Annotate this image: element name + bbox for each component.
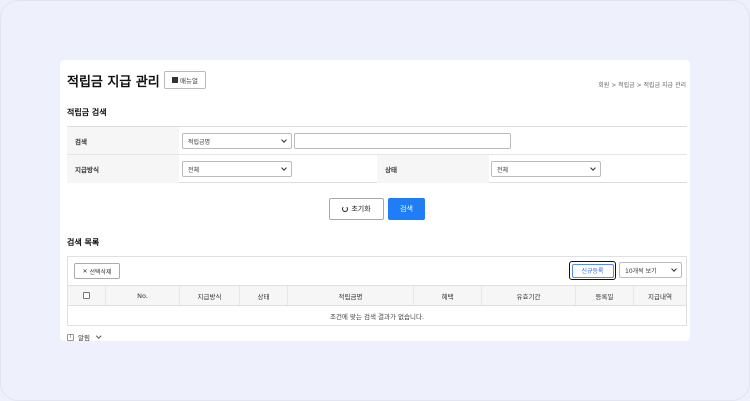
- page-size-select[interactable]: 10개씩 보기: [619, 262, 682, 278]
- notice-toggle[interactable]: i 알림: [67, 332, 102, 341]
- manual-button[interactable]: 매뉴얼: [164, 71, 206, 89]
- status-select[interactable]: 전체: [491, 161, 601, 177]
- main-card: 적립금 지급 관리 매뉴얼 회원 > 적립금 > 적립금 지급 관리 적립금 검…: [60, 60, 690, 341]
- info-icon: i: [67, 333, 74, 341]
- page-size-value: 10개씩 보기: [625, 267, 657, 275]
- empty-result-message: 조건에 맞는 검색 결과가 없습니다.: [329, 313, 425, 321]
- new-register-button[interactable]: 신규등록: [569, 261, 616, 280]
- chevron-down-icon: [281, 165, 287, 171]
- keyword-input[interactable]: [294, 133, 511, 149]
- refresh-icon: [342, 206, 349, 212]
- search-table: 검색 적립금명 지급방식 전체 상태 전체: [67, 126, 687, 183]
- select-all-cell: [68, 286, 106, 305]
- manual-label: 매뉴얼: [180, 77, 198, 85]
- column-header: 상태: [240, 286, 288, 305]
- page-title: 적립금 지급 관리: [67, 75, 160, 90]
- payment-method-label: 지급방식: [67, 155, 179, 183]
- list-section-title: 검색 목록: [67, 238, 100, 247]
- column-header: 적립금명: [288, 286, 414, 305]
- payment-method-value: 전체: [188, 166, 200, 174]
- keyword-label: 검색: [67, 127, 179, 154]
- status-label: 상태: [377, 155, 489, 183]
- close-icon: ✕: [82, 267, 88, 275]
- column-header: 혜택: [414, 286, 482, 305]
- chevron-down-icon: [590, 165, 596, 171]
- column-header: No.: [106, 286, 180, 305]
- search-row-keyword: 검색 적립금명: [67, 127, 687, 155]
- delete-selected-label: 선택삭제: [89, 268, 112, 276]
- search-row-filters: 지급방식 전체 상태 전체: [67, 155, 687, 183]
- delete-selected-button[interactable]: ✕ 선택삭제: [74, 263, 120, 279]
- payment-method-select[interactable]: 전체: [182, 161, 292, 177]
- search-button[interactable]: 검색: [388, 198, 425, 220]
- reset-button[interactable]: 초기화: [329, 198, 384, 220]
- keyword-type-value: 적립금명: [188, 138, 211, 146]
- column-header: 지급방식: [180, 286, 240, 305]
- breadcrumb: 회원 > 적립금 > 적립금 지급 관리: [598, 82, 686, 89]
- column-header: 유효기간: [482, 286, 576, 305]
- table-header: No. 지급방식 상태 적립금명 혜택 유효기간 등록일 지급내역: [68, 285, 686, 306]
- keyword-type-select[interactable]: 적립금명: [182, 133, 292, 149]
- reset-label: 초기화: [351, 205, 371, 213]
- search-section-title: 적립금 검색: [67, 108, 107, 117]
- column-header: 지급내역: [648, 292, 672, 301]
- column-header: 등록일: [576, 286, 634, 305]
- result-list: ✕ 선택삭제 신규등록 10개씩 보기 No. 지급방식 상태 적립금명 혜택 …: [67, 256, 687, 326]
- grid-icon: [172, 77, 178, 83]
- new-register-label: 신규등록: [571, 263, 614, 278]
- status-value: 전체: [497, 166, 509, 174]
- select-all-checkbox[interactable]: [83, 292, 90, 299]
- notice-label: 알림: [78, 334, 90, 341]
- chevron-down-icon: [96, 333, 102, 339]
- chevron-down-icon: [281, 137, 287, 143]
- chevron-down-icon: [671, 266, 677, 272]
